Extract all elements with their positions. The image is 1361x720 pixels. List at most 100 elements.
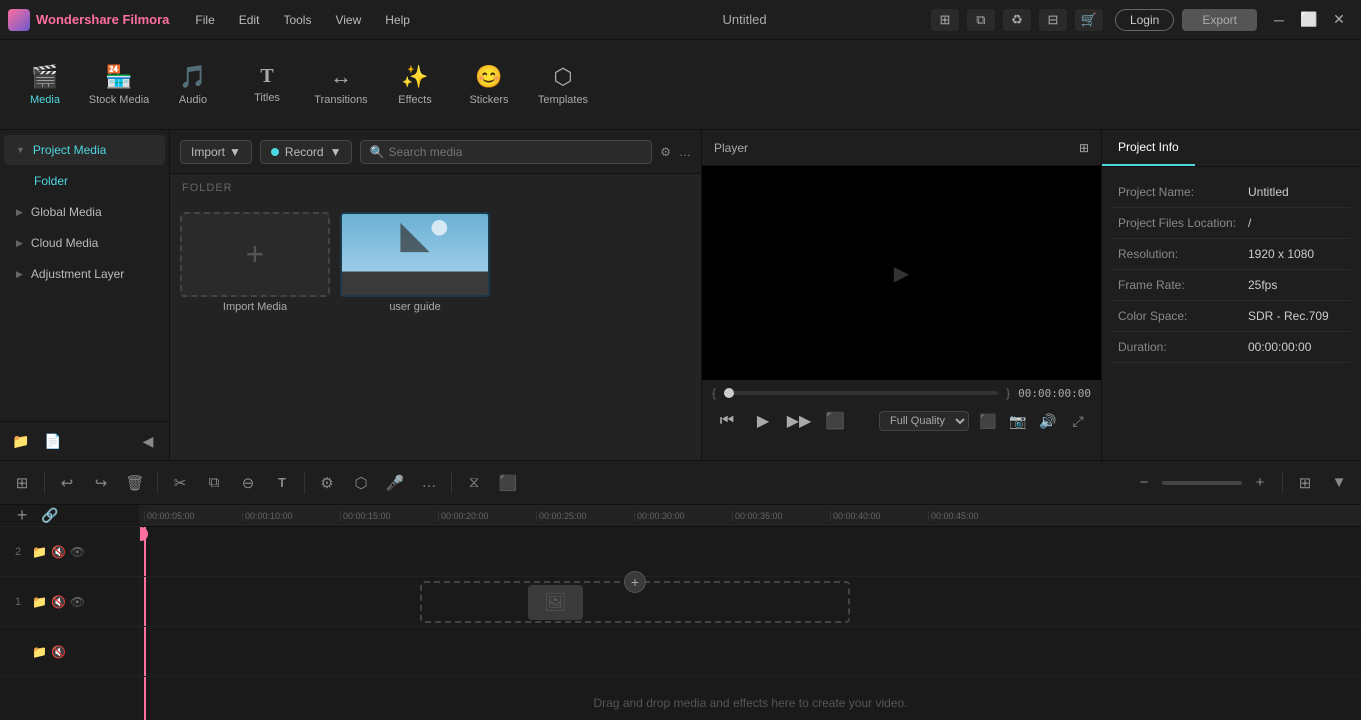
menu-help[interactable]: Help <box>375 9 420 31</box>
menu-edit[interactable]: Edit <box>229 9 270 31</box>
sidebar-item-project-media[interactable]: ▼ Project Media <box>4 135 165 165</box>
track-mute-icon-1[interactable]: 🔇 <box>51 595 66 609</box>
volume-icon[interactable]: 🔊 <box>1035 408 1061 434</box>
maximize-button[interactable]: ⬜ <box>1295 9 1323 31</box>
tl-expand-button[interactable]: ▼ <box>1325 469 1353 497</box>
title-icons: ⊞ ⧉ ♻ ⊟ 🛒 <box>931 9 1103 31</box>
toolbar-effects[interactable]: ✨ Effects <box>380 46 450 124</box>
zoom-slider[interactable] <box>1162 481 1242 485</box>
toolbar-effects-label: Effects <box>398 94 431 106</box>
player-expand-icon[interactable]: ⊞ <box>1079 141 1089 155</box>
close-button[interactable]: ✕ <box>1325 9 1353 31</box>
tl-subtitle-button[interactable]: ⬛ <box>494 469 522 497</box>
sidebar-item-folder[interactable]: Folder <box>4 166 165 196</box>
copy-icon[interactable]: ⧉ <box>967 9 995 31</box>
menu-file[interactable]: File <box>185 9 224 31</box>
menu-tools[interactable]: Tools <box>273 9 321 31</box>
tl-copy-button[interactable]: ⧉ <box>200 469 228 497</box>
track-eye-icon-1[interactable]: 👁 <box>70 595 85 609</box>
tl-redo-button[interactable]: ↪ <box>87 469 115 497</box>
toolbar-stock-label: Stock Media <box>89 94 150 106</box>
track-folder-icon-2[interactable]: 📁 <box>32 545 47 559</box>
add-folder-button[interactable]: 📁 <box>8 428 34 454</box>
toolbar-titles[interactable]: T Titles <box>232 46 302 124</box>
tl-snap-button[interactable]: ⧖ <box>460 469 488 497</box>
filter-icon[interactable]: ⚙ <box>660 145 671 159</box>
tl-cut-button[interactable]: ✂ <box>166 469 194 497</box>
layout-icon[interactable]: ⊟ <box>1039 9 1067 31</box>
tl-grid-button[interactable]: ⊞ <box>8 469 36 497</box>
toolbar-media-label: Media <box>30 94 60 106</box>
sidebar-item-adjustment-layer[interactable]: ▶ Adjustment Layer <box>4 259 165 289</box>
search-input[interactable] <box>388 145 643 159</box>
add-file-button[interactable]: 📄 <box>40 428 66 454</box>
tl-undo-button[interactable]: ↩ <box>53 469 81 497</box>
next-frame-button[interactable]: ▶▶ <box>784 406 814 436</box>
snapshot-icon[interactable]: 📷 <box>1005 408 1031 434</box>
toolbar-templates[interactable]: ⬡ Templates <box>528 46 598 124</box>
more-icon[interactable]: … <box>679 145 691 159</box>
templates-icon: ⬡ <box>553 64 572 90</box>
cart-icon[interactable]: 🛒 <box>1075 9 1103 31</box>
toolbar-stickers[interactable]: 😊 Stickers <box>454 46 524 124</box>
fullscreen-icon[interactable]: ⤢ <box>1065 408 1091 434</box>
track-folder-icon-audio[interactable]: 📁 <box>32 645 47 659</box>
zoom-in-button[interactable]: + <box>1246 469 1274 497</box>
import-button[interactable]: Import ▼ <box>180 140 252 164</box>
tl-text-button[interactable]: T <box>268 469 296 497</box>
link-tracks-button[interactable]: 🔗 <box>36 505 64 530</box>
sidebar-item-cloud-media[interactable]: ▶ Cloud Media <box>4 228 165 258</box>
tl-layout-button[interactable]: ⊞ <box>1291 469 1319 497</box>
menu-view[interactable]: View <box>325 9 371 31</box>
prev-frame-button[interactable]: ⏮ <box>712 406 742 436</box>
screen-icon[interactable]: ⬛ <box>975 408 1001 434</box>
info-row-resolution: Resolution: 1920 x 1080 <box>1112 239 1351 270</box>
import-media-item[interactable]: + Import Media <box>180 212 330 313</box>
export-button[interactable]: Export <box>1182 9 1257 31</box>
toolbar-transitions[interactable]: ↔ Transitions <box>306 46 376 124</box>
tl-more-button[interactable]: … <box>415 469 443 497</box>
main-content: ▼ Project Media Folder ▶ Global Media ▶ … <box>0 130 1361 460</box>
track-folder-icon-1[interactable]: 📁 <box>32 595 47 609</box>
tab-project-info[interactable]: Project Info <box>1102 130 1195 166</box>
minimize-button[interactable]: ─ <box>1265 9 1293 31</box>
time-display: 00:00:00:00 <box>1018 387 1091 400</box>
track-eye-icon-2[interactable]: 👁 <box>70 545 85 559</box>
ruler-mark-0: 00:00:05:00 <box>144 511 242 521</box>
sidebar-item-global-media[interactable]: ▶ Global Media <box>4 197 165 227</box>
user-guide-media-item[interactable]: user guide <box>340 212 490 313</box>
arrow-icon-3: ▶ <box>16 238 23 249</box>
info-val-color-space: SDR - Rec.709 <box>1248 309 1329 323</box>
play-button[interactable]: ▶ <box>748 406 778 436</box>
toolbar-media[interactable]: 🎬 Media <box>10 46 80 124</box>
toolbar-audio[interactable]: 🎵 Audio <box>158 46 228 124</box>
toolbar-stock-media[interactable]: 🏪 Stock Media <box>84 46 154 124</box>
window-title: Untitled <box>558 12 931 27</box>
track-num-1: 1 <box>8 596 28 608</box>
login-button[interactable]: Login <box>1115 9 1174 31</box>
tl-marker-button[interactable]: ⬡ <box>347 469 375 497</box>
sync-icon[interactable]: ♻ <box>1003 9 1031 31</box>
record-button[interactable]: Record ▼ <box>260 140 353 164</box>
tl-record-button[interactable]: 🎤 <box>381 469 409 497</box>
search-box[interactable]: 🔍 <box>360 140 652 164</box>
zoom-out-button[interactable]: − <box>1130 469 1158 497</box>
grid-icon[interactable]: ⊞ <box>931 9 959 31</box>
timeline-toolbar: ⊞ ↩ ↪ 🗑 ✂ ⧉ ⊖ T ⚙ ⬡ 🎤 … ⧖ ⬛ − + ⊞ ▼ <box>0 461 1361 505</box>
sidebar-folder-label: Folder <box>34 174 68 188</box>
quality-select[interactable]: Full Quality1/2 Quality1/4 Quality <box>879 411 969 431</box>
add-media-button[interactable]: + <box>624 571 646 593</box>
track-mute-icon-audio[interactable]: 🔇 <box>51 645 66 659</box>
progress-handle[interactable] <box>724 388 734 398</box>
import-media-thumb[interactable]: + <box>180 212 330 297</box>
collapse-panel-button[interactable]: ◀ <box>135 428 161 454</box>
tl-delete-button[interactable]: 🗑 <box>121 469 149 497</box>
track-mute-icon-2[interactable]: 🔇 <box>51 545 66 559</box>
add-track-button[interactable]: + <box>8 505 36 530</box>
stop-button[interactable]: ⬛ <box>820 406 850 436</box>
media-toolbar: Import ▼ Record ▼ 🔍 ⚙ … <box>170 130 701 174</box>
tl-settings-button[interactable]: ⚙ <box>313 469 341 497</box>
progress-bar[interactable] <box>724 391 998 395</box>
info-key-project-name: Project Name: <box>1118 185 1248 199</box>
tl-unlink-button[interactable]: ⊖ <box>234 469 262 497</box>
